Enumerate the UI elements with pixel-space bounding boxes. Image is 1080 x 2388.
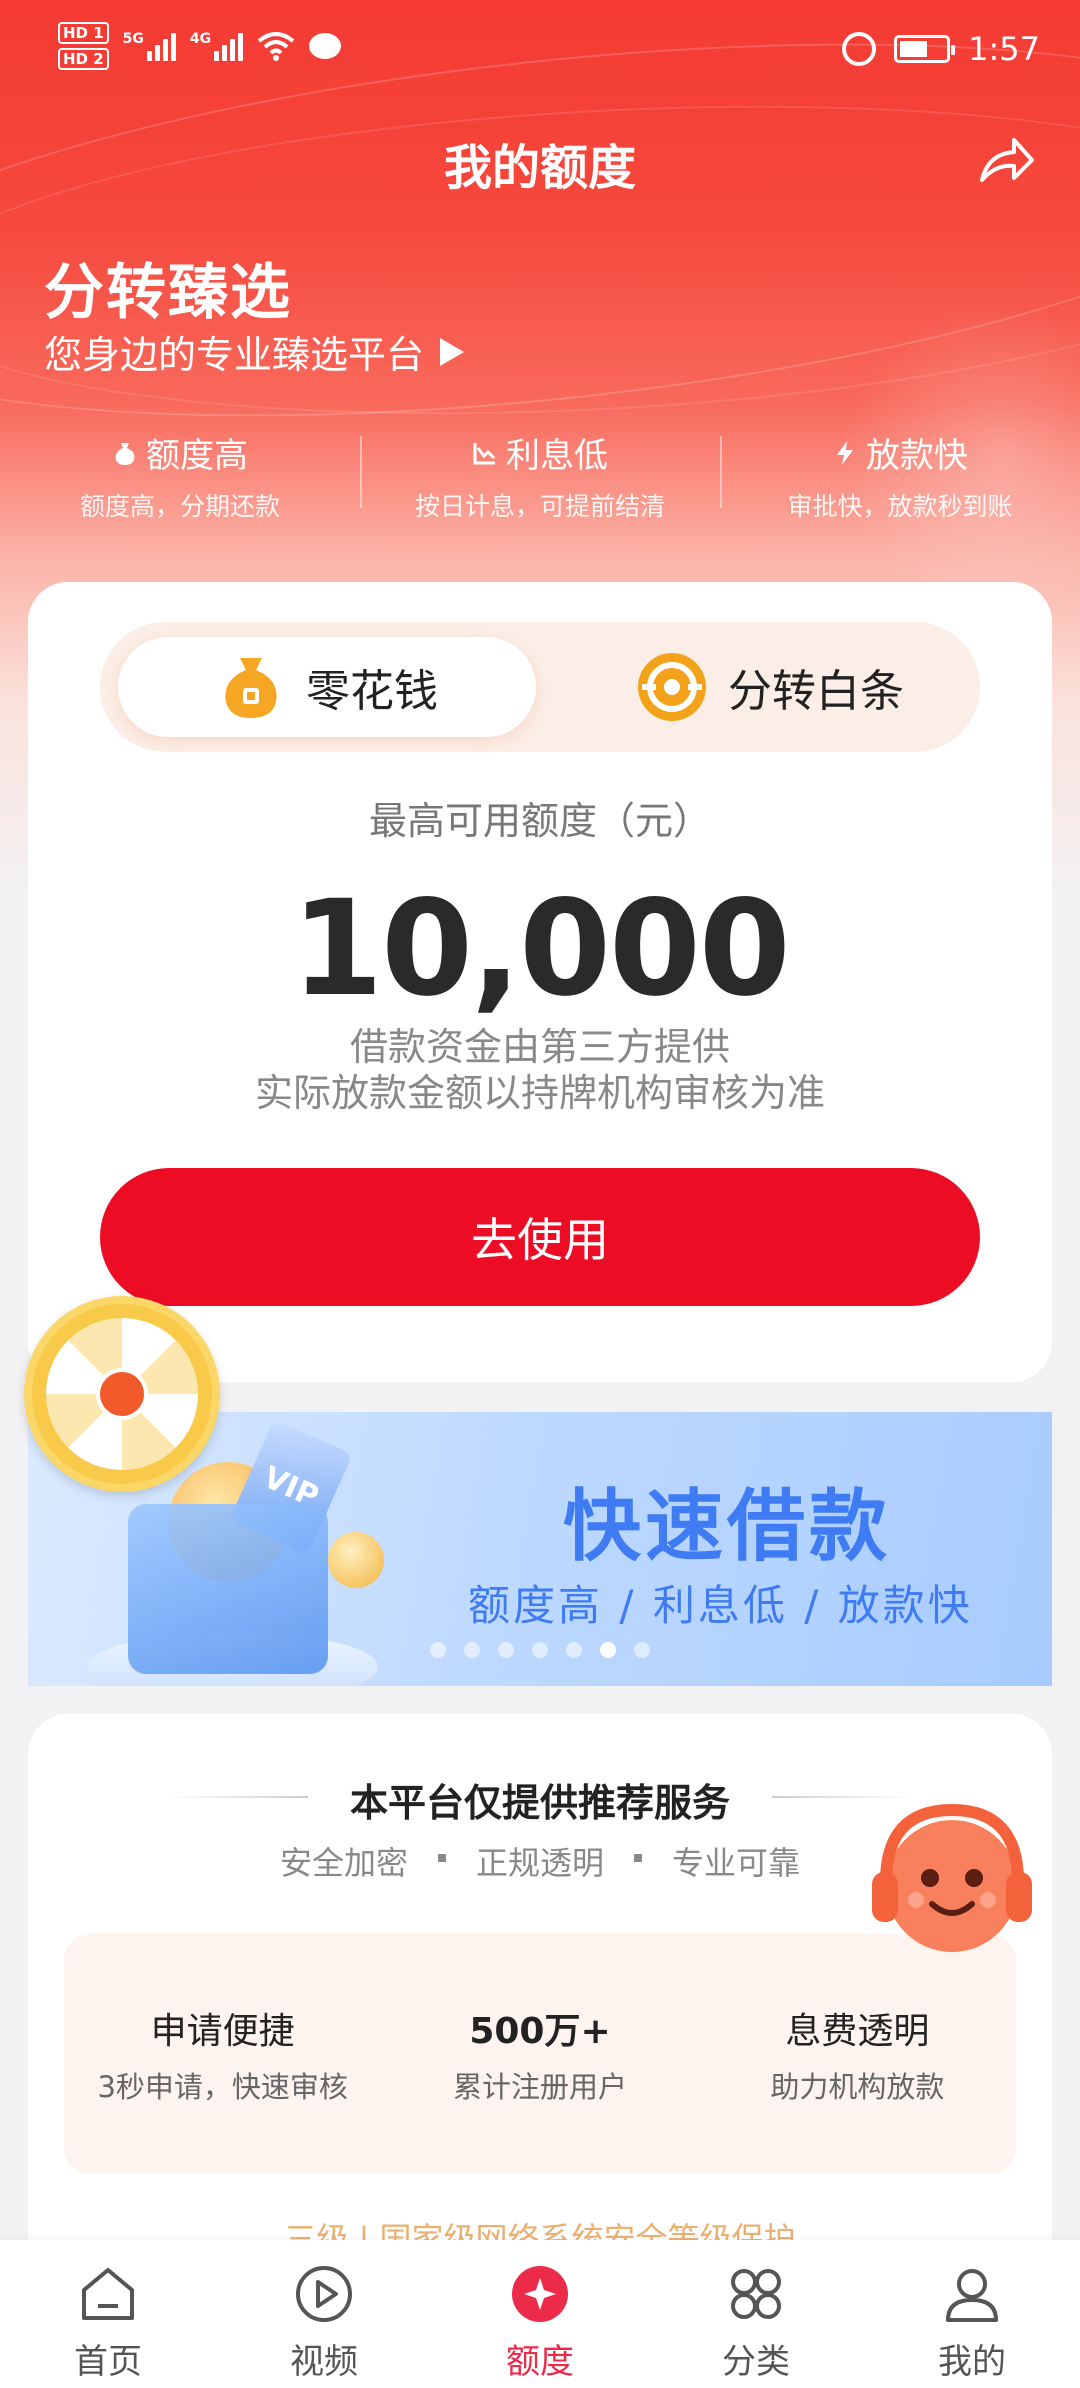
status-left: HD 1 HD 2 5G 4G bbox=[58, 22, 342, 70]
highlight-subtitle: 3秒申请，快速审核 bbox=[97, 2070, 348, 2104]
chat-notification-icon bbox=[309, 33, 342, 59]
nav-category[interactable]: 分类 bbox=[648, 2240, 864, 2388]
gift-box-illustration bbox=[128, 1504, 328, 1674]
feature-subtitle: 额度高，分期还款 bbox=[79, 492, 280, 521]
wheel-center bbox=[96, 1368, 148, 1420]
quota-icon bbox=[512, 2266, 568, 2322]
net1-label: 5G bbox=[122, 31, 144, 47]
feature-subtitle: 按日计息，可提前结清 bbox=[414, 492, 665, 521]
highlight-apply: 申请便捷 3秒申请，快速审核 bbox=[64, 1934, 381, 2174]
signal-5g-icon: 5G bbox=[123, 31, 176, 61]
sim-indicator: HD 1 HD 2 bbox=[58, 22, 109, 70]
brand-tagline[interactable]: 您身边的专业臻选平台 bbox=[44, 324, 465, 379]
brand-name: 分转臻选 bbox=[44, 258, 292, 328]
play-icon bbox=[296, 2266, 352, 2322]
highlight-title: 息费透明 bbox=[785, 2011, 930, 2052]
carousel-dot[interactable] bbox=[430, 1642, 446, 1658]
signal-4g-icon: 4G bbox=[189, 31, 244, 61]
status-bar: HD 1 HD 2 5G 4G 1:57 bbox=[0, 0, 1080, 100]
nav-video[interactable]: 视频 bbox=[216, 2240, 432, 2388]
carousel-dot[interactable] bbox=[634, 1642, 650, 1658]
nav-label: 我的 bbox=[938, 2342, 1006, 2382]
carousel-dots bbox=[430, 1642, 650, 1658]
highlight-subtitle: 助力机构放款 bbox=[770, 2070, 945, 2104]
carousel-dot[interactable] bbox=[464, 1642, 480, 1658]
feature-title: 放款快 bbox=[866, 436, 968, 476]
banner-title: 快速借款 bbox=[563, 1482, 892, 1572]
sim1-label: HD 1 bbox=[58, 22, 109, 44]
coin-illustration bbox=[328, 1532, 384, 1588]
nav-home[interactable]: 首页 bbox=[0, 2240, 216, 2388]
wifi-icon bbox=[257, 32, 295, 61]
limit-card: 零花钱 分转白条 最高可用额度（元） 10,000 借款资金由第三方提供 实际放… bbox=[28, 582, 1052, 1382]
feature-high-limit: 额度高 额度高，分期还款 bbox=[0, 428, 360, 523]
nav-label: 额度 bbox=[506, 2342, 574, 2382]
service-tag: 专业可靠 bbox=[672, 1844, 801, 1882]
tab-label: 零花钱 bbox=[306, 666, 438, 717]
alarm-icon bbox=[842, 32, 877, 66]
banner-subtitle: 额度高 / 利息低 / 放款快 bbox=[468, 1581, 973, 1630]
bottom-nav: 首页 视频 额度 分类 我的 bbox=[0, 2240, 1080, 2388]
use-button[interactable]: 去使用 bbox=[100, 1168, 980, 1306]
profile-icon bbox=[946, 2269, 998, 2322]
separator-dot bbox=[634, 1854, 642, 1862]
chart-down-icon bbox=[473, 442, 496, 464]
money-bag-icon bbox=[115, 442, 135, 465]
net2-label: 4G bbox=[189, 31, 212, 47]
lightning-icon bbox=[837, 440, 853, 465]
home-icon bbox=[82, 2268, 134, 2320]
feature-subtitle: 审批快，放款秒到账 bbox=[787, 492, 1013, 521]
feature-title: 利息低 bbox=[506, 436, 608, 476]
nav-quota[interactable]: 额度 bbox=[432, 2240, 648, 2388]
carousel-dot[interactable] bbox=[498, 1642, 514, 1658]
clock: 1:57 bbox=[968, 30, 1040, 68]
share-arrow-icon[interactable] bbox=[974, 130, 1038, 194]
carousel-dot-active[interactable] bbox=[600, 1642, 616, 1658]
nav-label: 视频 bbox=[290, 2342, 358, 2382]
highlight-title: 申请便捷 bbox=[150, 2011, 295, 2052]
page-title: 我的额度 bbox=[443, 140, 636, 196]
feature-title: 额度高 bbox=[146, 436, 248, 476]
play-arrow-icon bbox=[440, 337, 465, 366]
customer-service-avatar-icon[interactable] bbox=[852, 1786, 1052, 1986]
disclaimer-line-2: 实际放款金额以持牌机构审核为准 bbox=[254, 1071, 825, 1115]
feature-low-interest: 利息低 按日计息，可提前结清 bbox=[360, 428, 720, 523]
brand-tagline-text: 您身边的专业臻选平台 bbox=[44, 333, 425, 377]
sim2-label: HD 2 bbox=[58, 48, 109, 70]
limit-amount: 10,000 bbox=[291, 872, 790, 1026]
limit-label: 最高可用额度（元） bbox=[368, 799, 711, 843]
product-tab-switch: 零花钱 分转白条 bbox=[100, 622, 980, 752]
carousel-dot[interactable] bbox=[532, 1642, 548, 1658]
separator-dot bbox=[437, 1854, 446, 1862]
nav-profile[interactable]: 我的 bbox=[864, 2240, 1080, 2388]
highlight-subtitle: 累计注册用户 bbox=[452, 2070, 627, 2104]
status-right: 1:57 bbox=[842, 30, 1040, 68]
tab-label: 分转白条 bbox=[728, 666, 904, 717]
nav-label: 首页 bbox=[74, 2342, 142, 2382]
highlight-title: 500万+ bbox=[469, 2011, 611, 2052]
feature-strip: 额度高 额度高，分期还款 利息低 按日计息，可提前结清 放款快 审批快，放款秒到… bbox=[0, 428, 1080, 523]
target-coin-icon bbox=[638, 653, 706, 721]
tab-baitiao[interactable]: 分转白条 bbox=[570, 637, 970, 737]
category-icon bbox=[731, 2269, 781, 2319]
tab-pocket-money[interactable]: 零花钱 bbox=[118, 637, 536, 737]
highlight-users: 500万+ 累计注册用户 bbox=[381, 1934, 698, 2174]
service-tag: 安全加密 bbox=[279, 1844, 408, 1882]
carousel-dot[interactable] bbox=[566, 1642, 582, 1658]
money-bag-icon bbox=[225, 658, 277, 718]
feature-fast-loan: 放款快 审批快，放款秒到账 bbox=[720, 428, 1080, 523]
nav-label: 分类 bbox=[722, 2342, 790, 2382]
battery-icon bbox=[894, 35, 956, 63]
lucky-wheel-float-button[interactable] bbox=[24, 1296, 220, 1492]
service-tag: 正规透明 bbox=[475, 1844, 604, 1882]
